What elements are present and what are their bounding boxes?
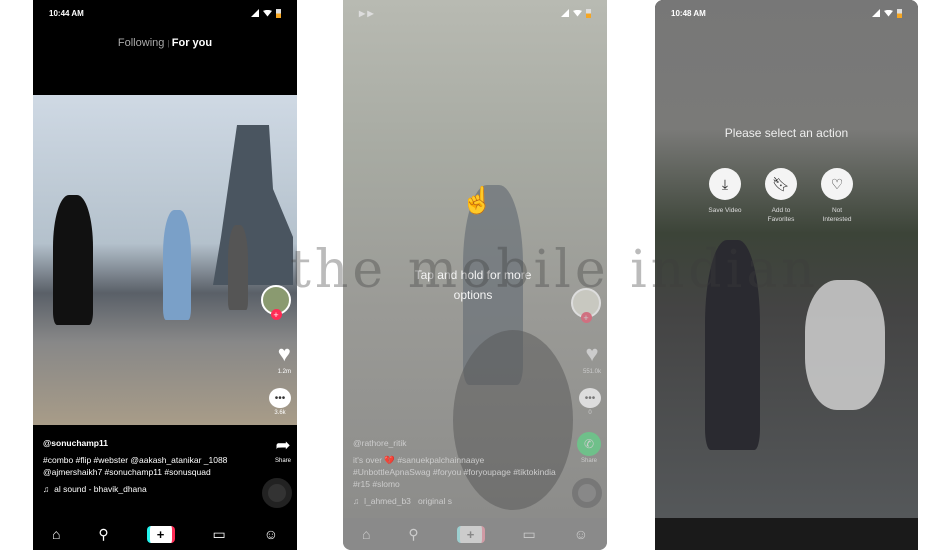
phone-screen-hint: ▶ ▶ ☝ Tap and hold for more options + ♥ 5… [343,0,607,550]
caption-text: it's over 💔 #sanuekpalchainnaaye #Unbott… [353,455,556,489]
tank-monument [213,125,293,285]
like-button[interactable]: ♥ 1.2m [278,341,291,375]
clock: 10:44 AM [49,8,84,18]
sound-row[interactable]: ♫ l_ahmed_b3 original s [353,495,562,507]
heart-icon: ♥ [585,341,599,366]
caption-text: #combo #flip #webster @aakash_atanikar _… [43,455,228,477]
username[interactable]: @rathore_ritik [353,437,562,449]
bottom-nav: ⌂ ⚲ + ▭ ☺ [33,518,297,550]
status-bar: 10:48 AM [671,7,902,19]
status-bar: ▶ ▶ [359,7,591,19]
sound-disc[interactable] [572,478,602,508]
bottom-nav: ⌂ ⚲ + ▭ ☺ [343,518,607,550]
inbox-icon[interactable]: ▭ [523,526,536,543]
search-icon[interactable]: ⚲ [408,526,418,543]
tap-hold-hint: Tap and hold for more options [414,268,532,302]
sound-disc[interactable] [262,478,292,508]
comment-icon: ••• [579,388,601,408]
broken-heart-icon: ♡ [821,168,853,200]
profile-icon[interactable]: ☺ [264,526,278,542]
music-note-icon: ♫ [353,496,360,506]
home-icon[interactable]: ⌂ [362,526,370,542]
tab-following[interactable]: Following [118,37,164,49]
action-prompt: Please select an action [724,126,849,140]
music-note-icon: ♫ [43,484,50,494]
share-button[interactable]: ➦ Share [275,435,291,464]
video-player[interactable] [33,95,297,425]
play-icon: ▶ ▶ [359,8,374,18]
battery-icon [276,8,281,18]
status-bar: 10:44 AM [49,7,281,19]
tab-for-you[interactable]: For you [172,37,212,49]
phone-screen-action-menu: 10:48 AM Please select an action ⤓ Save V… [655,0,918,550]
share-button[interactable]: ✆ Share [577,432,601,464]
action-menu: ⤓ Save Video 🔖︎ Add to Favorites ♡ Not Inte… [705,168,857,224]
whatsapp-icon: ✆ [577,432,601,456]
video-caption: @sonuchamp11 #combo #flip #webster @aaka… [43,437,252,495]
heart-icon: ♥ [277,341,291,366]
dancer [53,195,93,325]
download-icon: ⤓ [709,168,741,200]
save-video-button[interactable]: ⤓ Save Video [705,168,745,224]
like-button[interactable]: ♥ 551.0k [583,341,601,375]
comment-icon: ••• [269,388,291,408]
dancer [805,280,885,410]
signal-icon [251,9,259,17]
video-caption: @rathore_ritik it's over 💔 #sanuekpalcha… [353,437,562,507]
create-button[interactable]: + [456,525,485,543]
create-button[interactable]: + [146,525,175,543]
profile-icon[interactable]: ☺ [574,526,588,542]
dancer [228,225,248,310]
bookmark-icon: 🔖︎ [765,168,797,200]
follow-plus-icon[interactable]: + [270,309,282,320]
comment-button[interactable]: ••• 0 [579,388,601,416]
wifi-icon [263,9,272,17]
sound-row[interactable]: ♫ al sound - bhavik_dhana [43,483,252,495]
not-interested-button[interactable]: ♡ Not Interested [817,168,857,224]
username[interactable]: @sonuchamp11 [43,437,252,449]
search-icon[interactable]: ⚲ [98,526,108,543]
comment-button[interactable]: ••• 3.6k [269,388,291,416]
clock: 10:48 AM [671,8,706,18]
add-to-favorites-button[interactable]: 🔖︎ Add to Favorites [761,168,801,224]
share-arrow-icon: ➦ [275,435,291,455]
avatar-follow[interactable]: + [571,288,601,323]
feed-tabs: Following | For you [117,37,213,49]
avatar-follow[interactable]: + [261,285,291,320]
dancer [705,240,760,450]
hand-tap-icon: ☝ [461,185,494,215]
inbox-icon[interactable]: ▭ [213,526,226,543]
dancer [163,210,191,320]
phone-screen-feed: 10:44 AM Following | For you + ♥ 1.2m •••… [33,0,297,550]
video-player[interactable] [655,0,918,518]
home-icon[interactable]: ⌂ [52,526,60,542]
